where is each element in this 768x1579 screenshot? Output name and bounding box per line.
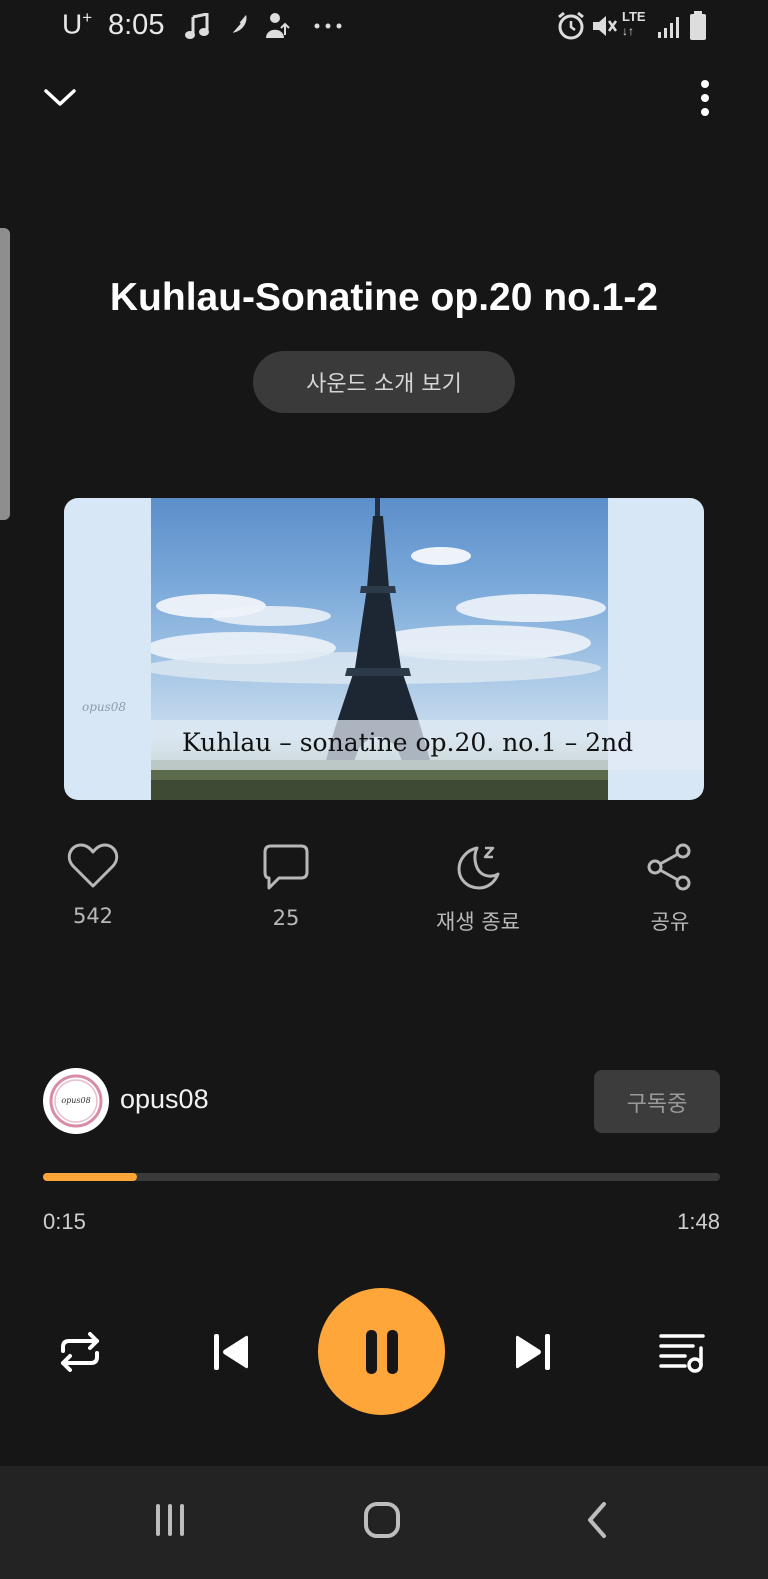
alarm-icon <box>558 11 584 40</box>
creator-name[interactable]: opus08 <box>120 1084 209 1115</box>
progress-fill <box>43 1173 138 1181</box>
current-time: 0:15 <box>43 1209 86 1234</box>
avatar-text: opus08 <box>61 1096 90 1105</box>
skip-previous-icon <box>214 1334 248 1370</box>
skip-next-icon <box>516 1334 550 1370</box>
share-button[interactable]: 공유 <box>610 842 730 936</box>
track-title: Kuhlau-Sonatine op.20 no.1-2 <box>109 276 659 319</box>
comment-count: 25 <box>272 906 300 930</box>
home-icon[interactable] <box>362 1500 402 1540</box>
subscribe-button[interactable]: 구독중 <box>594 1070 720 1133</box>
sleep-timer-label: 재생 종료 <box>436 910 520 934</box>
total-time: 1:48 <box>677 1209 720 1234</box>
progress-bar[interactable] <box>43 1173 720 1181</box>
status-bar: U+ 8:05 LTE ↓↑ <box>0 0 768 56</box>
avatar-logo: opus08 <box>49 1074 103 1128</box>
mute-icon <box>593 16 618 36</box>
more-options-button[interactable] <box>690 76 720 120</box>
pause-icon <box>365 1329 398 1374</box>
playlist-icon <box>659 1334 705 1373</box>
previous-button[interactable] <box>200 1322 260 1382</box>
album-artwork: opus08 Kuhlau – sonatine op.20. no.1 – 2… <box>64 498 704 800</box>
battery-icon <box>690 11 706 40</box>
sleep-timer-button[interactable]: 재생 종료 <box>418 842 538 936</box>
back-icon[interactable] <box>582 1500 612 1540</box>
playlist-button[interactable] <box>652 1322 712 1382</box>
comment-icon <box>263 844 309 890</box>
artwork-caption: Kuhlau – sonatine op.20. no.1 – 2nd <box>182 728 634 757</box>
play-pause-button[interactable] <box>318 1288 445 1415</box>
lte-icon: LTE ↓↑ <box>622 9 646 39</box>
upload-icon <box>266 13 290 38</box>
edge-panel-handle[interactable] <box>0 228 10 520</box>
share-icon <box>647 843 691 891</box>
recent-apps-icon[interactable] <box>150 1502 190 1538</box>
next-button[interactable] <box>504 1322 564 1382</box>
sound-intro-button[interactable]: 사운드 소개 보기 <box>253 351 515 413</box>
comment-button[interactable]: 25 <box>226 842 346 930</box>
carrier-label: U+ <box>62 8 93 40</box>
heart-icon <box>67 843 119 888</box>
moon-icon <box>457 846 500 890</box>
artwork-watermark: opus08 <box>82 700 127 714</box>
signal-icon <box>658 17 679 38</box>
status-time: 8:05 <box>108 9 165 41</box>
more-dots-icon <box>314 23 342 29</box>
share-label: 공유 <box>650 910 690 934</box>
collapse-player-button[interactable] <box>40 78 80 118</box>
repeat-button[interactable] <box>50 1322 110 1382</box>
music-note-icon <box>185 13 209 39</box>
feather-icon <box>225 15 247 40</box>
system-nav-bar <box>0 1466 768 1579</box>
creator-avatar[interactable]: opus08 <box>43 1068 109 1134</box>
like-button[interactable]: 542 <box>33 842 153 928</box>
repeat-icon <box>61 1332 99 1372</box>
like-count: 542 <box>72 904 114 928</box>
